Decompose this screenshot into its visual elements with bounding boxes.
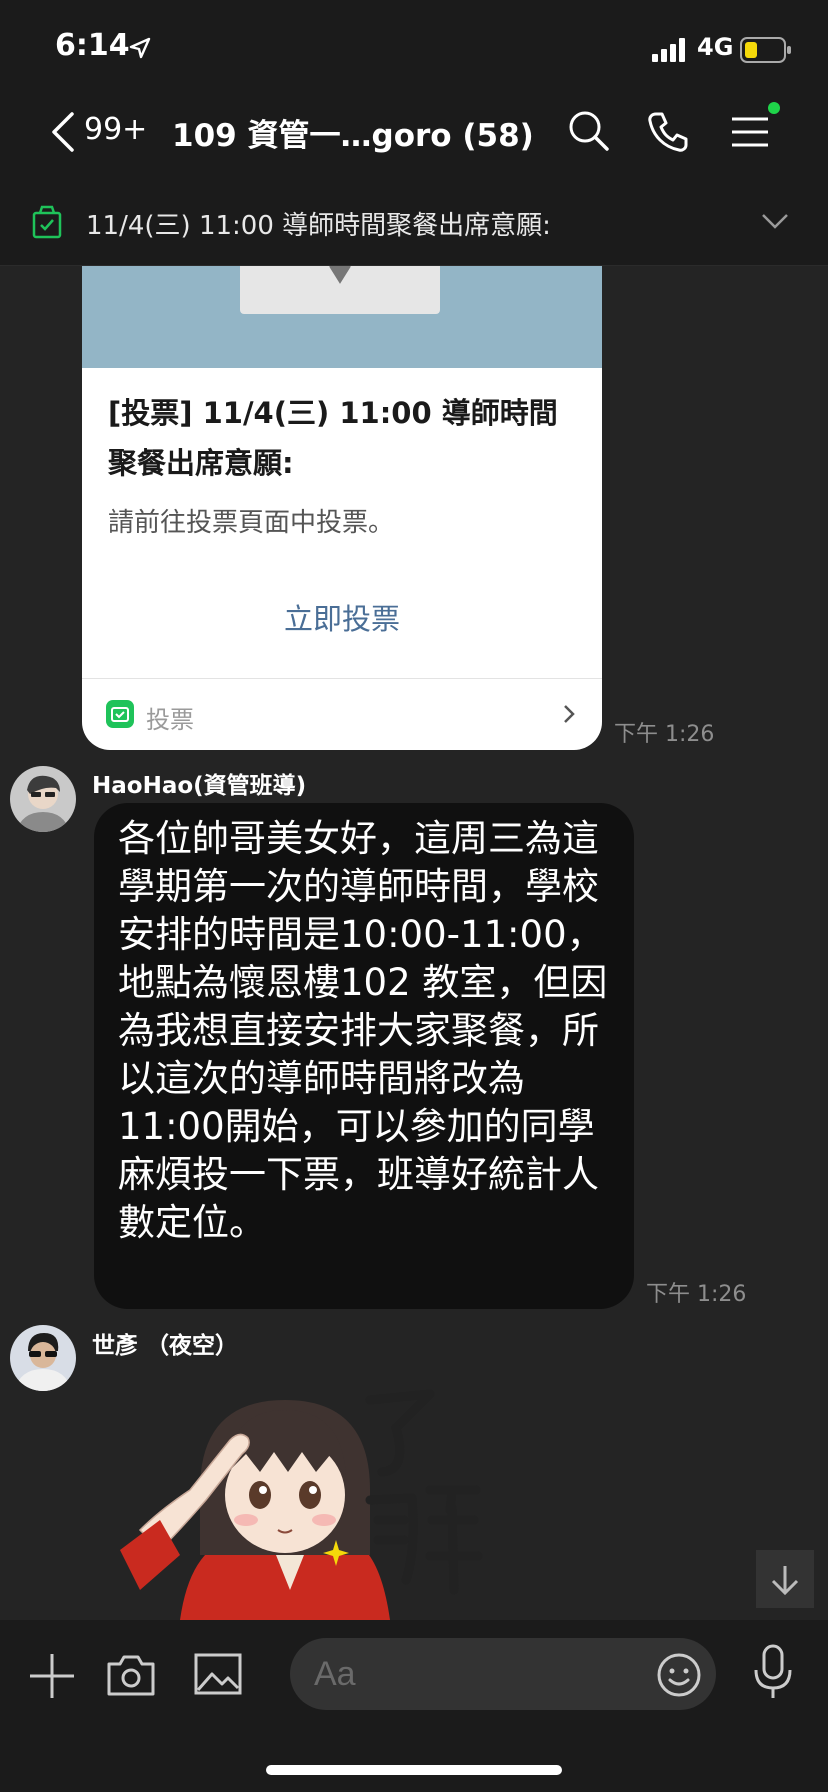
microphone-icon[interactable]	[752, 1644, 794, 1700]
scroll-to-bottom-button[interactable]	[756, 1550, 814, 1608]
chevron-down-icon[interactable]	[760, 210, 790, 232]
ballot-mark-icon	[329, 266, 351, 284]
poll-card[interactable]: [投票] 11/4(三) 11:00 導師時間聚餐出席意願: 請前往投票頁面中投…	[82, 266, 602, 750]
poll-footer-label: 投票	[146, 706, 194, 734]
network-type: 4G	[697, 33, 734, 61]
poll-icon	[106, 700, 134, 728]
unread-count[interactable]: 99+	[84, 112, 147, 147]
sender-name: 世彥 （夜空）	[92, 1333, 239, 1359]
vote-now-button[interactable]: 立即投票	[82, 596, 602, 638]
plus-icon[interactable]	[28, 1652, 76, 1700]
location-arrow-icon	[129, 37, 151, 59]
poll-subtitle: 請前往投票頁面中投票。	[108, 508, 395, 538]
message-timestamp: 下午 1:26	[646, 1282, 747, 1307]
poll-box-icon	[32, 205, 62, 239]
phone-icon[interactable]	[646, 110, 690, 154]
battery-icon	[740, 37, 791, 63]
smiley-icon[interactable]	[656, 1652, 702, 1698]
avatar[interactable]	[10, 766, 76, 832]
chat-title[interactable]: 109 資管一…goro (58)	[172, 110, 534, 155]
hamburger-menu-icon[interactable]	[730, 112, 770, 152]
message-text: 各位帥哥美女好，這周三為這學期第一次的導師時間，學校安排的時間是10:00-11…	[118, 817, 608, 1244]
home-indicator[interactable]	[266, 1765, 562, 1775]
search-icon[interactable]	[568, 110, 610, 152]
message-timestamp: 下午 1:26	[614, 722, 715, 747]
chevron-left-icon[interactable]	[48, 110, 76, 154]
arrow-down-icon	[771, 1566, 799, 1596]
sender-name: HaoHao(資管班導)	[92, 773, 307, 799]
announcement-text[interactable]: 11/4(三) 11:00 導師時間聚餐出席意願:	[86, 205, 551, 242]
notification-dot	[768, 102, 780, 114]
sticker-salute-girl[interactable]	[120, 1380, 500, 1620]
image-icon[interactable]	[194, 1652, 242, 1696]
cellular-signal-icon	[652, 38, 685, 62]
status-time: 6:14	[55, 28, 130, 63]
chevron-right-icon	[564, 705, 575, 723]
camera-icon[interactable]	[106, 1652, 156, 1698]
poll-title: [投票] 11/4(三) 11:00 導師時間聚餐出席意願:	[108, 396, 558, 480]
avatar[interactable]	[10, 1325, 76, 1391]
message-input[interactable]	[290, 1638, 716, 1710]
